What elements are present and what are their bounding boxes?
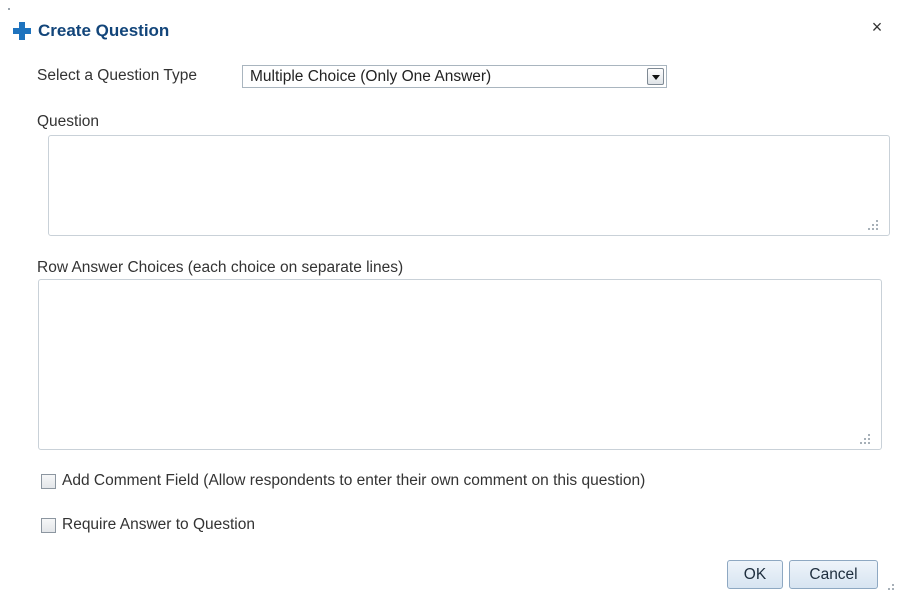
require-answer-label[interactable]: Require Answer to Question [62,516,255,534]
question-type-selected-value: Multiple Choice (Only One Answer) [250,68,492,85]
question-textarea[interactable] [48,135,890,236]
create-question-dialog: Create Question × Select a Question Type… [0,0,897,592]
answer-choices-textarea[interactable] [38,279,882,450]
add-comment-label[interactable]: Add Comment Field (Allow respondents to … [62,472,645,490]
ok-button[interactable]: OK [727,560,783,589]
close-icon[interactable]: × [870,18,884,36]
add-comment-checkbox[interactable] [41,473,56,489]
require-answer-checkbox[interactable] [41,517,56,533]
answer-choices-label: Row Answer Choices (each choice on separ… [37,259,404,276]
add-comment-option[interactable]: Add Comment Field (Allow respondents to … [41,472,645,490]
dialog-title: Create Question [38,21,170,40]
corner-dot [8,8,10,10]
plus-icon [13,22,31,40]
question-type-label: Select a Question Type [37,67,197,84]
dialog-resize-grip-icon[interactable] [884,580,894,590]
dialog-title-bar: Create Question [12,18,169,44]
cancel-button[interactable]: Cancel [789,560,878,589]
question-type-select[interactable]: Multiple Choice (Only One Answer) [242,65,667,88]
require-answer-option[interactable]: Require Answer to Question [41,516,255,534]
question-label: Question [37,113,100,130]
chevron-down-icon[interactable] [647,68,664,85]
